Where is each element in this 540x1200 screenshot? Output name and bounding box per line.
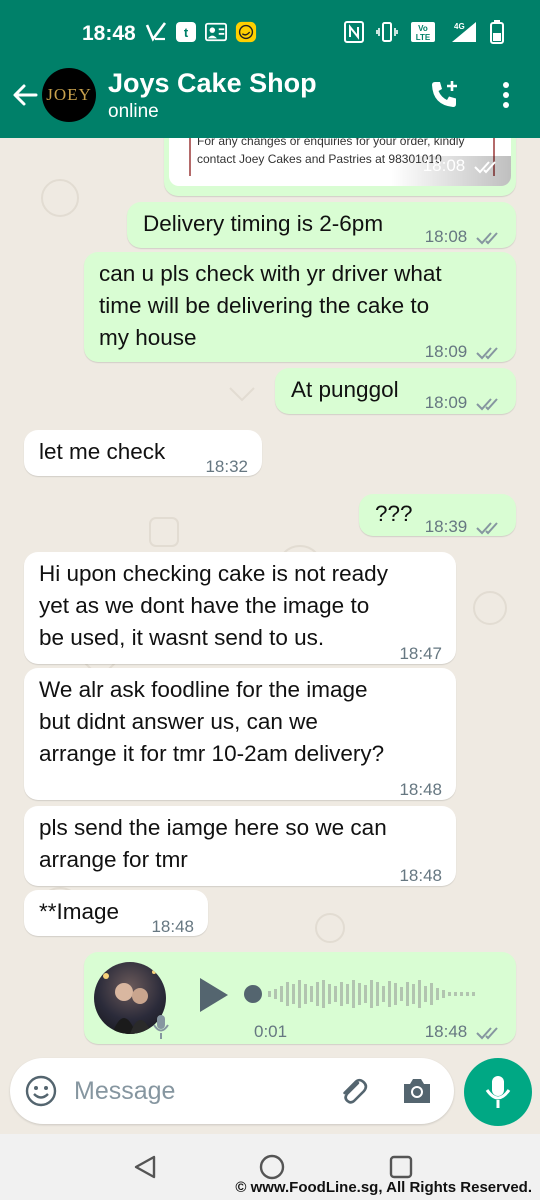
contact-status: online xyxy=(108,101,159,122)
message-input[interactable] xyxy=(72,1070,336,1112)
system-nav-bar: © www.FoodLine.sg, All Rights Reserved. xyxy=(0,1134,540,1200)
mic-icon xyxy=(485,1076,511,1108)
message-text: Delivery timing is 2-6pm xyxy=(143,211,384,236)
battery-icon xyxy=(490,20,504,49)
message-time: 18:32 xyxy=(205,457,248,476)
svg-text:4G: 4G xyxy=(454,22,465,31)
nfc-icon xyxy=(344,21,364,48)
message-time: 18:08 xyxy=(422,156,466,175)
read-ticks-icon xyxy=(476,521,498,534)
message-composer xyxy=(10,1058,454,1124)
mic-badge-icon xyxy=(152,1014,170,1049)
contacts-icon xyxy=(205,20,227,44)
message-line: arrange it for tmr 10-2am delivery? xyxy=(39,741,385,766)
volte-icon: Vo LTE xyxy=(410,21,436,48)
voice-duration: 0:01 xyxy=(254,1022,288,1041)
attach-icon[interactable] xyxy=(336,1074,370,1113)
message-line: be used, it wasnt send to us. xyxy=(39,625,325,650)
voice-message-bubble[interactable]: 0:01 18:48 xyxy=(84,952,516,1044)
copyright-footer: © www.FoodLine.sg, All Rights Reserved. xyxy=(235,1179,532,1196)
incoming-message[interactable]: pls send the iamge here so we can arrang… xyxy=(24,806,456,886)
message-line: but didnt answer us, can we xyxy=(39,709,318,734)
message-line: arrange for tmr xyxy=(39,847,188,872)
camera-icon[interactable] xyxy=(400,1074,434,1113)
message-line: time will be delivering the cake to xyxy=(99,293,430,318)
message-time: 18:39 xyxy=(424,517,468,536)
message-time: 18:47 xyxy=(399,644,442,663)
chat-header: JOEY Joys Cake Shop online xyxy=(0,68,540,138)
outgoing-message[interactable]: ??? 18:39 xyxy=(359,494,516,536)
more-options-icon[interactable] xyxy=(498,80,514,110)
read-ticks-icon xyxy=(476,346,498,359)
incoming-message[interactable]: We alr ask foodline for the image but di… xyxy=(24,668,456,800)
contact-name[interactable]: Joys Cake Shop xyxy=(108,68,317,99)
message-time: 18:48 xyxy=(399,866,442,885)
voice-seek-slider[interactable] xyxy=(244,974,496,1014)
incoming-message[interactable]: Hi upon checking cake is not ready yet a… xyxy=(24,552,456,664)
contact-avatar[interactable]: JOEY xyxy=(42,68,96,122)
voice-record-button[interactable] xyxy=(464,1058,532,1126)
message-line: We alr ask foodline for the image xyxy=(39,677,368,702)
message-line: Hi upon checking cake is not ready xyxy=(39,561,388,586)
nav-back-icon[interactable] xyxy=(132,1154,158,1185)
add-call-icon[interactable] xyxy=(428,78,462,112)
avatar-logo-text: JOEY xyxy=(46,85,92,104)
emoji-icon[interactable] xyxy=(24,1074,58,1113)
read-ticks-icon xyxy=(476,1026,498,1039)
message-text: **Image xyxy=(39,899,120,924)
outgoing-message[interactable]: At punggol 18:09 xyxy=(275,368,516,414)
incoming-message[interactable]: **Image 18:48 xyxy=(24,890,208,936)
read-ticks-icon xyxy=(474,160,496,173)
signal-icon: 4G xyxy=(448,20,478,49)
incoming-message[interactable]: let me check 18:32 xyxy=(24,430,262,476)
play-icon[interactable] xyxy=(196,976,230,1023)
message-time: 18:48 xyxy=(424,1022,468,1041)
app-notification-icon: t xyxy=(175,20,197,44)
message-time: 18:08 xyxy=(424,227,468,246)
message-line: pls send the iamge here so we can xyxy=(39,815,387,840)
message-text: At punggol xyxy=(291,377,399,402)
message-time: 18:48 xyxy=(151,917,194,936)
outgoing-message[interactable]: Delivery timing is 2-6pm 18:08 xyxy=(127,202,516,248)
read-ticks-icon xyxy=(476,397,498,410)
message-text: ??? xyxy=(375,501,413,526)
message-time: 18:09 xyxy=(424,342,468,361)
message-text: let me check xyxy=(39,439,166,464)
status-time: 18:48 xyxy=(82,22,136,45)
status-bar: 18:48 t Vo LTE 4G xyxy=(0,0,540,68)
message-line: can u pls check with yr driver what xyxy=(99,261,442,286)
svg-text:LTE: LTE xyxy=(416,33,431,42)
check-sign-icon xyxy=(145,20,167,44)
message-line: my house xyxy=(99,325,197,350)
read-ticks-icon xyxy=(476,231,498,244)
emoji-app-icon xyxy=(235,20,257,44)
back-arrow-icon[interactable] xyxy=(10,80,40,110)
svg-text:t: t xyxy=(184,25,189,40)
outgoing-message[interactable]: can u pls check with yr driver what time… xyxy=(84,252,516,362)
image-message-bubble[interactable]: For any changes or enquiries for your or… xyxy=(164,138,516,196)
message-line: yet as we dont have the image to xyxy=(39,593,370,618)
svg-text:Vo: Vo xyxy=(418,24,428,33)
message-list[interactable]: For any changes or enquiries for your or… xyxy=(0,138,540,1060)
waveform-icon xyxy=(244,980,475,1008)
message-time: 18:48 xyxy=(399,780,442,799)
message-time: 18:09 xyxy=(424,393,468,412)
vibrate-icon xyxy=(376,21,398,48)
